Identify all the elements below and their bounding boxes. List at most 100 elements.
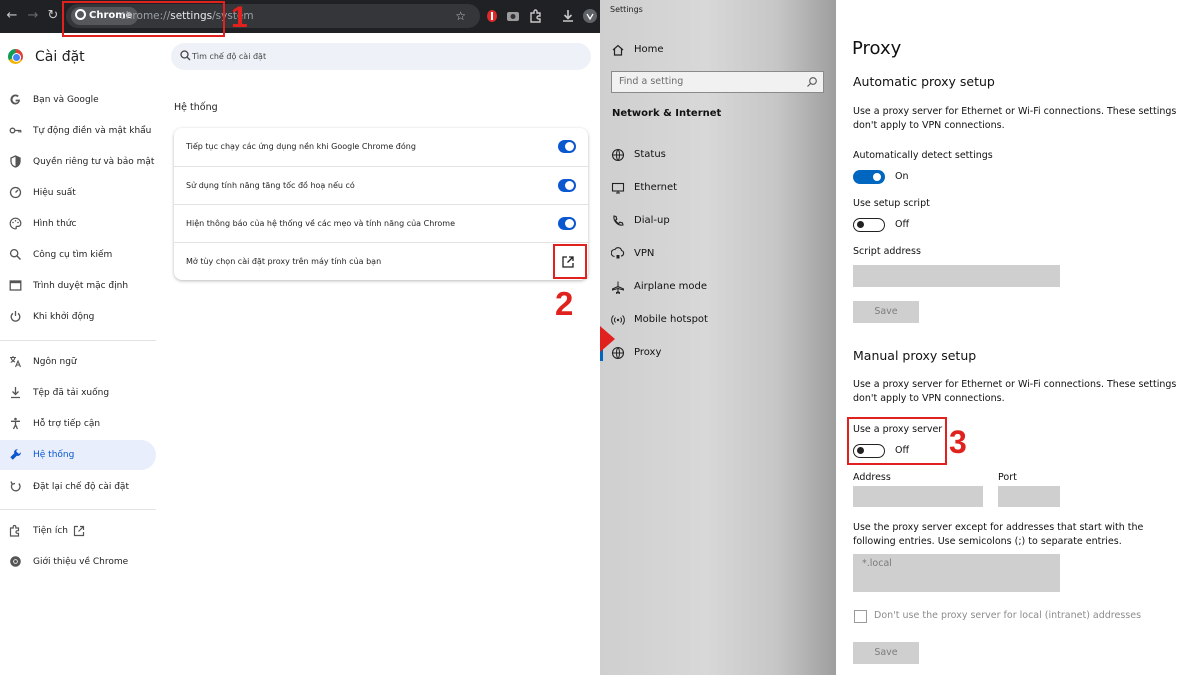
annotation-number-3: 3: [949, 424, 967, 460]
sidebar-divider: [0, 509, 156, 510]
toggle-switch[interactable]: [558, 179, 576, 192]
auto-detect-label: Automatically detect settings: [853, 150, 993, 161]
auto-detect-toggle[interactable]: [853, 170, 885, 184]
setting-row-system-notifications[interactable]: Hiện thông báo của hệ thống về các mẹo v…: [174, 204, 588, 242]
annotation-box-1: [62, 1, 225, 37]
sidebar-item-performance[interactable]: Hiệu suất: [0, 178, 156, 208]
setting-row-background-apps[interactable]: Tiếp tục chạy các ứng dụng nền khi Googl…: [174, 128, 588, 166]
nav-airplane-mode[interactable]: Airplane mode: [600, 272, 836, 302]
setup-script-state: Off: [895, 219, 910, 230]
annotation-number-2: 2: [555, 285, 574, 322]
sidebar-item-downloads[interactable]: Tệp đã tải xuống: [0, 378, 156, 408]
find-setting-input[interactable]: Find a setting: [611, 71, 824, 93]
local-bypass-label: Don't use the proxy server for local (in…: [874, 610, 1142, 621]
setting-row-hardware-acceleration[interactable]: Sử dụng tính năng tăng tốc đồ hoạ nếu có: [174, 166, 588, 204]
sidebar-item-privacy[interactable]: Quyền riêng tư và bảo mật: [0, 147, 156, 177]
setting-row-open-proxy-settings[interactable]: Mở tùy chọn cài đặt proxy trên máy tính …: [174, 242, 588, 280]
screenshot-root: ← → ↻ Chrome chrome://settings/system ☆: [0, 0, 1200, 675]
exceptions-description: Use the proxy server except for addresse…: [853, 522, 1144, 547]
sidebar-divider: [0, 340, 156, 341]
chrome-logo-icon: [8, 49, 23, 64]
auto-detect-state: On: [895, 171, 909, 182]
save-script-button[interactable]: Save: [853, 301, 919, 323]
annotation-arrow: [600, 326, 615, 352]
page-title: Proxy: [852, 38, 902, 59]
nav-mobile-hotspot[interactable]: Mobile hotspot: [600, 305, 836, 335]
local-bypass-checkbox[interactable]: [854, 610, 867, 623]
search-placeholder: Tìm chế độ cài đặt: [192, 52, 267, 61]
port-label: Port: [998, 472, 1017, 483]
profile-avatar-icon[interactable]: [582, 8, 598, 24]
accessibility-icon: [11, 417, 20, 430]
manual-proxy-description: Use a proxy server for Ethernet or Wi-Fi…: [853, 379, 1177, 404]
back-icon[interactable]: ←: [4, 8, 20, 24]
forward-icon[interactable]: →: [25, 8, 41, 24]
address-label: Address: [853, 472, 891, 483]
automatic-proxy-heading: Automatic proxy setup: [853, 74, 995, 89]
annotation-box-2: [553, 244, 587, 279]
address-input[interactable]: [853, 486, 983, 507]
script-address-label: Script address: [853, 246, 921, 257]
phone-icon: [613, 215, 624, 226]
windows-settings-window: Settings Home Find a setting Network & I…: [600, 0, 1200, 675]
sidebar-item-search-engine[interactable]: Công cụ tìm kiếm: [0, 240, 156, 270]
script-address-input[interactable]: [853, 265, 1060, 287]
download-icon[interactable]: [560, 8, 576, 24]
page-title: Cài đặt: [35, 49, 85, 65]
automatic-proxy-description: Use a proxy server for Ethernet or Wi-Fi…: [853, 106, 1177, 131]
sidebar-item-languages[interactable]: Ngôn ngữ: [0, 347, 156, 377]
sidebar-item-on-startup[interactable]: Khi khởi động: [0, 302, 156, 332]
airplane-icon: [612, 281, 624, 294]
window-title: Settings: [610, 5, 643, 14]
sidebar-item-appearance[interactable]: Hình thức: [0, 209, 156, 239]
nav-dial-up[interactable]: Dial-up: [600, 206, 836, 236]
save-manual-button[interactable]: Save: [853, 642, 919, 664]
nav-vpn[interactable]: VPN: [600, 239, 836, 269]
sidebar-item-about-chrome[interactable]: Giới thiệu về Chrome: [0, 547, 156, 577]
sidebar-item-autofill[interactable]: Tự động điền và mật khẩu: [0, 116, 156, 146]
system-settings-card: Tiếp tục chạy các ứng dụng nền khi Googl…: [174, 128, 588, 280]
sidebar-item-you-and-google[interactable]: Bạn và Google: [0, 85, 156, 115]
setup-script-toggle[interactable]: [853, 218, 885, 232]
sidebar-item-default-browser[interactable]: Trình duyệt mặc định: [0, 271, 156, 301]
reload-icon[interactable]: ↻: [45, 8, 61, 24]
power-icon: [10, 311, 21, 322]
toggle-switch[interactable]: [558, 140, 576, 153]
wrench-icon: [10, 449, 21, 460]
palette-icon: [9, 217, 22, 230]
nav-section-title: Network & Internet: [612, 108, 722, 119]
browser-window-icon: [9, 280, 22, 291]
sidebar-item-reset[interactable]: Đặt lại chế độ cài đặt: [0, 472, 156, 502]
exceptions-input[interactable]: *.local: [853, 554, 1060, 592]
nav-status[interactable]: Status: [600, 140, 836, 170]
key-icon: [9, 127, 22, 134]
google-g-icon: [10, 94, 21, 105]
bookmark-star-icon[interactable]: ☆: [455, 8, 466, 24]
toggle-switch[interactable]: [558, 217, 576, 230]
nav-proxy[interactable]: Proxy: [600, 338, 836, 368]
globe-icon: [611, 148, 625, 162]
translate-icon: [10, 356, 22, 368]
vpn-icon: [611, 247, 625, 259]
sidebar-item-accessibility[interactable]: Hỗ trợ tiếp cận: [0, 409, 156, 439]
puzzle-icon[interactable]: [528, 8, 544, 24]
annotation-box-3: [847, 417, 947, 465]
camera-icon[interactable]: [505, 8, 521, 24]
download-icon: [11, 387, 20, 399]
speedometer-icon: [9, 186, 22, 199]
sidebar-item-extensions[interactable]: Tiện ích: [0, 516, 156, 546]
annotation-number-1: 1: [231, 1, 248, 34]
home-icon: [612, 44, 624, 56]
puzzle-icon: [9, 524, 20, 537]
nav-home[interactable]: Home: [600, 35, 836, 65]
sidebar-item-system[interactable]: Hệ thống: [0, 440, 156, 470]
port-input[interactable]: [998, 486, 1060, 507]
windows-sidebar: Settings Home Find a setting Network & I…: [600, 0, 836, 675]
extension-red-icon[interactable]: [484, 8, 500, 24]
nav-ethernet[interactable]: Ethernet: [600, 173, 836, 203]
open-in-new-icon: [73, 525, 85, 537]
search-icon: [807, 77, 817, 87]
reset-icon: [10, 481, 21, 492]
settings-search-input[interactable]: Tìm chế độ cài đặt: [171, 43, 591, 70]
search-icon: [9, 248, 21, 260]
